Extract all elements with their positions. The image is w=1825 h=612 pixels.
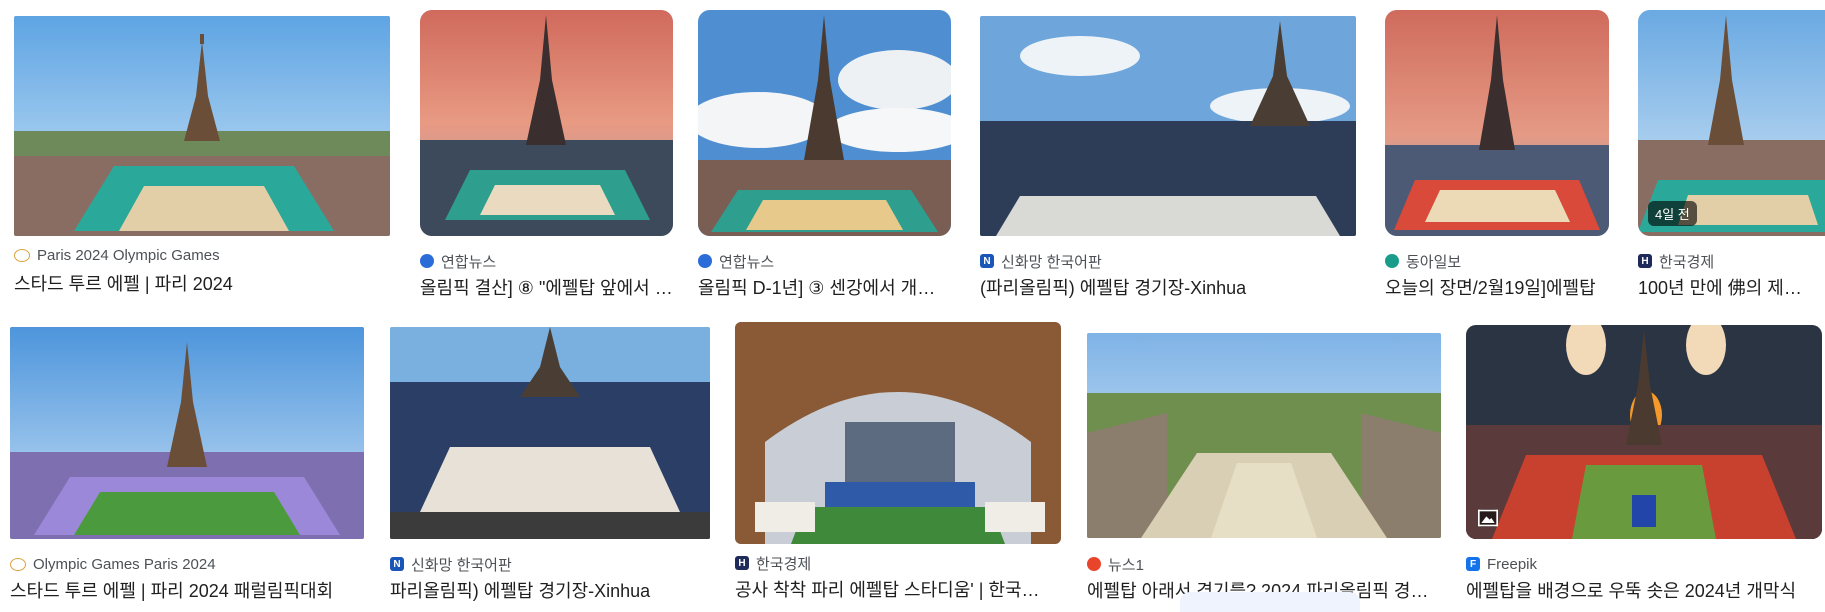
hankyung-icon: H <box>1638 254 1652 268</box>
date-badge: 4일 전 <box>1648 201 1697 226</box>
result-source[interactable]: Olympic Games Paris 2024 <box>10 555 216 573</box>
image-result-card[interactable]: 연합뉴스 올림픽 D-1년] ③ 센강에서 개막식… <box>698 8 951 298</box>
result-title[interactable]: 에펠탑을 배경으로 우뚝 솟은 2024년 개막식 <box>1466 577 1818 601</box>
result-thumbnail[interactable] <box>1385 10 1609 236</box>
image-result-card[interactable]: N 신화망 한국어판 파리올림픽) 에펠탑 경기장-Xinhua <box>390 325 712 612</box>
eiffel-clouds-image <box>698 10 951 236</box>
xinhua-icon: N <box>980 254 994 268</box>
image-result-card[interactable]: 4일 전 H 한국경제 100년 만에 佛의 제전… <box>1638 8 1825 298</box>
result-thumbnail[interactable]: 4일 전 <box>1638 10 1825 236</box>
source-name: 동아일보 <box>1406 253 1462 271</box>
image-result-card[interactable]: N 신화망 한국어판 (파리올림픽) 에펠탑 경기장-Xinhua <box>980 8 1358 298</box>
source-name: 신화망 한국어판 <box>411 556 512 574</box>
eiffel-sunset-image <box>420 10 673 236</box>
result-title[interactable]: 올림픽 D-1년] ③ 센강에서 개막식… <box>698 274 951 298</box>
freepik-icon: F <box>1466 557 1480 571</box>
yonhap-icon <box>698 254 712 268</box>
result-thumbnail[interactable] <box>698 10 951 236</box>
xinhua-icon: N <box>390 557 404 571</box>
result-thumbnail[interactable] <box>390 327 710 539</box>
result-source[interactable]: N 신화망 한국어판 <box>390 555 512 574</box>
source-name: 한국경제 <box>756 555 812 573</box>
result-thumbnail[interactable] <box>1087 333 1441 538</box>
image-result-card[interactable]: 뉴스1 에펠탑 아래서 경기를? 2024 파리올림픽 경기장 <box>1087 325 1443 612</box>
image-type-icon <box>1478 509 1498 527</box>
result-title[interactable]: 공사 착착 파리 에펠탑 스타디움' | 한국경제 <box>735 576 1045 600</box>
result-source[interactable]: Paris 2024 Olympic Games <box>14 246 220 264</box>
result-source[interactable]: H 한국경제 <box>735 554 812 573</box>
image-result-card[interactable]: Paris 2024 Olympic Games 스타드 투르 에펠 | 파리 … <box>14 8 394 298</box>
result-title[interactable]: 100년 만에 佛의 제전… <box>1638 274 1818 298</box>
eiffel-stadium-image <box>14 16 390 236</box>
result-title[interactable]: (파리올림픽) 에펠탑 경기장-Xinhua <box>980 274 1356 298</box>
result-thumbnail[interactable] <box>10 327 364 539</box>
result-source[interactable]: 연합뉴스 <box>420 252 497 271</box>
result-title[interactable]: 오늘의 장면/2월19일]에펠탑 <box>1385 274 1609 298</box>
eiffel-arch-view-image <box>735 322 1061 544</box>
yonhap-icon <box>420 254 434 268</box>
source-name: 한국경제 <box>1659 253 1715 271</box>
versailles-equestrian-image <box>1087 333 1441 538</box>
image-result-card[interactable]: H 한국경제 공사 착착 파리 에펠탑 스타디움' | 한국경제 <box>735 320 1063 612</box>
result-thumbnail[interactable] <box>1466 325 1822 539</box>
donga-icon <box>1385 254 1399 268</box>
result-title[interactable]: 스타드 투르 에펠 | 파리 2024 <box>14 270 390 294</box>
eiffel-para-stadium-image <box>10 327 364 539</box>
eiffel-sunset-image <box>1385 10 1609 236</box>
image-result-card[interactable]: F Freepik 에펠탑을 배경으로 우뚝 솟은 2024년 개막식 <box>1466 325 1825 612</box>
image-result-card[interactable]: Olympic Games Paris 2024 스타드 투르 에펠 | 파리 … <box>10 325 366 612</box>
source-name: 뉴스1 <box>1108 556 1144 574</box>
opening-ceremony-image <box>1466 325 1822 539</box>
eiffel-empty-stadium-image <box>980 16 1356 236</box>
result-thumbnail[interactable] <box>14 16 390 236</box>
image-result-card[interactable]: 연합뉴스 올림픽 결산] ⑧ "에펠탑 앞에서 경기를…" 파리 올림픽 <box>420 8 673 298</box>
result-thumbnail[interactable] <box>420 10 673 236</box>
olympic-rings-icon <box>10 557 26 571</box>
result-title[interactable]: 파리올림픽) 에펠탑 경기장-Xinhua <box>390 577 710 601</box>
olympic-rings-icon <box>14 248 30 262</box>
source-name: Paris 2024 Olympic Games <box>37 246 220 264</box>
source-name: Olympic Games Paris 2024 <box>33 555 216 573</box>
result-source[interactable]: N 신화망 한국어판 <box>980 252 1102 271</box>
result-thumbnail[interactable] <box>735 322 1061 544</box>
result-thumbnail[interactable] <box>980 16 1356 236</box>
news1-icon <box>1087 557 1101 571</box>
result-source[interactable]: H 한국경제 <box>1638 252 1715 271</box>
result-source[interactable]: 뉴스1 <box>1087 555 1144 574</box>
more-results-pill[interactable] <box>1180 592 1360 612</box>
result-source[interactable]: F Freepik <box>1466 555 1537 573</box>
result-source[interactable]: 동아일보 <box>1385 252 1462 271</box>
source-name: Freepik <box>1487 555 1538 573</box>
source-name: 신화망 한국어판 <box>1001 253 1102 271</box>
result-source[interactable]: 연합뉴스 <box>698 252 775 271</box>
eiffel-empty-stadium-image <box>390 327 710 539</box>
source-name: 연합뉴스 <box>719 253 775 271</box>
result-title[interactable]: 올림픽 결산] ⑧ "에펠탑 앞에서 경기를…" 파리 올림픽 <box>420 274 673 298</box>
hankyung-icon: H <box>735 556 749 570</box>
image-result-card[interactable]: 동아일보 오늘의 장면/2월19일]에펠탑 <box>1385 8 1610 298</box>
source-name: 연합뉴스 <box>441 253 497 271</box>
result-title[interactable]: 스타드 투르 에펠 | 파리 2024 패럴림픽대회 <box>10 577 366 601</box>
